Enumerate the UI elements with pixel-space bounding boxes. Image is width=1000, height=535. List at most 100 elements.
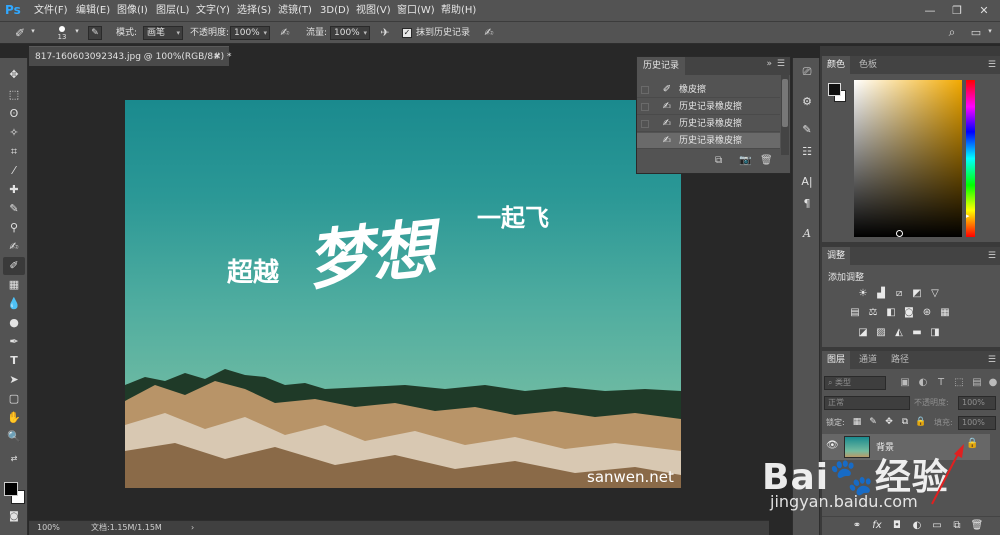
close-icon[interactable]: ✕	[213, 47, 221, 67]
chevron-down-icon[interactable]: ▾	[28, 27, 38, 35]
link-layers-icon[interactable]: ⚭	[850, 520, 864, 532]
brush-preset-picker[interactable]: 13	[54, 25, 70, 41]
filter-type-icon[interactable]: T	[934, 377, 948, 389]
history-panel-title[interactable]: 历史记录	[637, 57, 686, 75]
black-white-icon[interactable]: ◧	[884, 307, 898, 319]
menu-type[interactable]: 文字(Y)	[196, 0, 230, 22]
invert-icon[interactable]: ◪	[856, 327, 870, 339]
fill-input[interactable]: 100%	[958, 416, 996, 430]
collapse-icon[interactable]: »	[766, 59, 772, 69]
quick-mask-icon[interactable]: ◙	[3, 508, 25, 526]
zoom-level[interactable]: 100%	[37, 521, 60, 535]
mode-select[interactable]: 画笔 ▾	[143, 26, 183, 40]
clone-stamp-tool-icon[interactable]: ⚲	[3, 219, 25, 237]
dodge-tool-icon[interactable]: ●	[3, 314, 25, 332]
tab-adjustments[interactable]: 调整	[822, 247, 851, 265]
marquee-tool-icon[interactable]: ⬚	[3, 86, 25, 104]
lock-transparent-icon[interactable]: ▦	[850, 416, 864, 428]
filter-toggle-icon[interactable]: ●	[986, 377, 1000, 389]
trash-icon[interactable]: 🗑	[760, 155, 773, 166]
color-lookup-icon[interactable]: ▦	[938, 307, 952, 319]
type-tool-icon[interactable]: T	[3, 352, 25, 370]
photo-filter-icon[interactable]: ◙	[902, 307, 916, 319]
levels-icon[interactable]: ▟	[874, 288, 888, 300]
zoom-tool-icon[interactable]: 🔍	[3, 428, 25, 446]
filter-smart-object-icon[interactable]: ▤	[970, 377, 984, 389]
add-mask-icon[interactable]: ◘	[890, 520, 904, 532]
search-icon[interactable]: ⌕	[944, 25, 960, 40]
channel-mixer-icon[interactable]: ⊛	[920, 307, 934, 319]
adjustments-sliders-icon[interactable]: ☷	[796, 142, 818, 162]
swap-colors-icon[interactable]: ⇄	[3, 450, 25, 468]
lock-image-icon[interactable]: ✎	[866, 416, 880, 428]
panel-menu-icon[interactable]: ☰	[988, 247, 996, 265]
tab-channels[interactable]: 通道	[854, 351, 882, 369]
filter-shape-icon[interactable]: ⬚	[952, 377, 966, 389]
menu-layer[interactable]: 图层(L)	[156, 0, 189, 22]
menu-3d[interactable]: 3D(D)	[320, 0, 350, 22]
gradient-tool-icon[interactable]: ▦	[3, 276, 25, 294]
threshold-icon[interactable]: ◭	[892, 327, 906, 339]
menu-window[interactable]: 窗口(W)	[397, 0, 435, 22]
camera-icon[interactable]: 📷	[739, 155, 751, 166]
glyphs-panel-icon[interactable]: A	[796, 224, 818, 244]
filter-adjustment-icon[interactable]: ◐	[916, 377, 930, 389]
panel-menu-icon[interactable]: ☰	[988, 351, 996, 369]
restore-icon[interactable]: ❐	[945, 0, 969, 22]
vibrance-icon[interactable]: ▽	[928, 288, 942, 300]
flow-input[interactable]: 100% ▾	[330, 26, 370, 40]
hand-tool-icon[interactable]: ✋	[3, 409, 25, 427]
eraser-tool-icon[interactable]: ✐	[12, 26, 28, 40]
new-adjustment-layer-icon[interactable]: ◐	[910, 520, 924, 532]
eyedropper-tool-icon[interactable]: ⁄	[3, 162, 25, 180]
paragraph-panel-icon[interactable]: ¶	[796, 194, 818, 214]
quick-select-tool-icon[interactable]: ✧	[3, 124, 25, 142]
menu-file[interactable]: 文件(F)	[34, 0, 68, 22]
tab-layers[interactable]: 图层	[822, 351, 851, 369]
tab-color[interactable]: 颜色	[822, 56, 851, 74]
lock-all-icon[interactable]: 🔒	[914, 416, 928, 428]
menu-filter[interactable]: 滤镜(T)	[278, 0, 312, 22]
brush-panel-icon[interactable]: ✎	[88, 26, 102, 40]
properties-panel-icon[interactable]: ⚙	[796, 92, 818, 112]
color-field[interactable]	[854, 80, 962, 237]
layer-opacity-input[interactable]: 100%	[958, 396, 996, 410]
new-document-from-state-icon[interactable]: ⧉	[715, 155, 722, 166]
pressure-size-icon[interactable]: ✍	[482, 26, 496, 39]
menu-select[interactable]: 选择(S)	[237, 0, 271, 22]
brush-presets-icon[interactable]: ✎	[796, 120, 818, 140]
lasso-tool-icon[interactable]: ʘ	[3, 105, 25, 123]
opacity-input[interactable]: 100% ▾	[230, 26, 270, 40]
layer-style-fx-icon[interactable]: fx	[870, 520, 884, 532]
color-balance-icon[interactable]: ⚖	[866, 307, 880, 319]
crop-tool-icon[interactable]: ⌗	[3, 143, 25, 161]
menu-help[interactable]: 帮助(H)	[441, 0, 476, 22]
airbrush-icon[interactable]: ✈	[378, 26, 392, 39]
history-source-checkbox[interactable]	[641, 137, 649, 145]
history-item[interactable]: ✍ 历史记录橡皮擦	[637, 99, 780, 115]
chevron-down-icon[interactable]: ▾	[72, 27, 82, 35]
blur-tool-icon[interactable]: 💧	[3, 295, 25, 313]
history-item-selected[interactable]: ✍ 历史记录橡皮擦	[637, 133, 780, 149]
document-tab[interactable]: 817-160603092343.jpg @ 100%(RGB/8#) * ✕	[29, 46, 231, 67]
document-canvas-image[interactable]: 超越 梦想 一起飞 sanwen.net	[125, 100, 681, 488]
workspace-icon[interactable]: ▭	[968, 26, 984, 39]
erase-history-checkbox[interactable]: ✓	[402, 28, 412, 38]
history-source-checkbox[interactable]	[641, 103, 649, 111]
pressure-opacity-icon[interactable]: ✍	[278, 26, 292, 39]
menu-image[interactable]: 图像(I)	[117, 0, 148, 22]
shape-tool-icon[interactable]: ▢	[3, 390, 25, 408]
lock-position-icon[interactable]: ✥	[882, 416, 896, 428]
layer-filter-select[interactable]: ⌕ 类型	[824, 376, 886, 390]
brightness-contrast-icon[interactable]: ☀	[856, 288, 870, 300]
history-item[interactable]: ✍ 历史记录橡皮擦	[637, 116, 780, 132]
tab-swatches[interactable]: 色板	[854, 56, 882, 74]
healing-brush-tool-icon[interactable]: ✚	[3, 181, 25, 199]
history-source-checkbox[interactable]	[641, 86, 649, 94]
chevron-down-icon[interactable]: ▾	[985, 27, 995, 35]
hue-saturation-icon[interactable]: ▤	[848, 307, 862, 319]
hue-slider-handle[interactable]: ▸	[966, 212, 970, 220]
filter-pixel-icon[interactable]: ▣	[898, 377, 912, 389]
close-icon[interactable]: ✕	[972, 0, 996, 22]
trash-icon[interactable]: 🗑	[970, 520, 984, 532]
